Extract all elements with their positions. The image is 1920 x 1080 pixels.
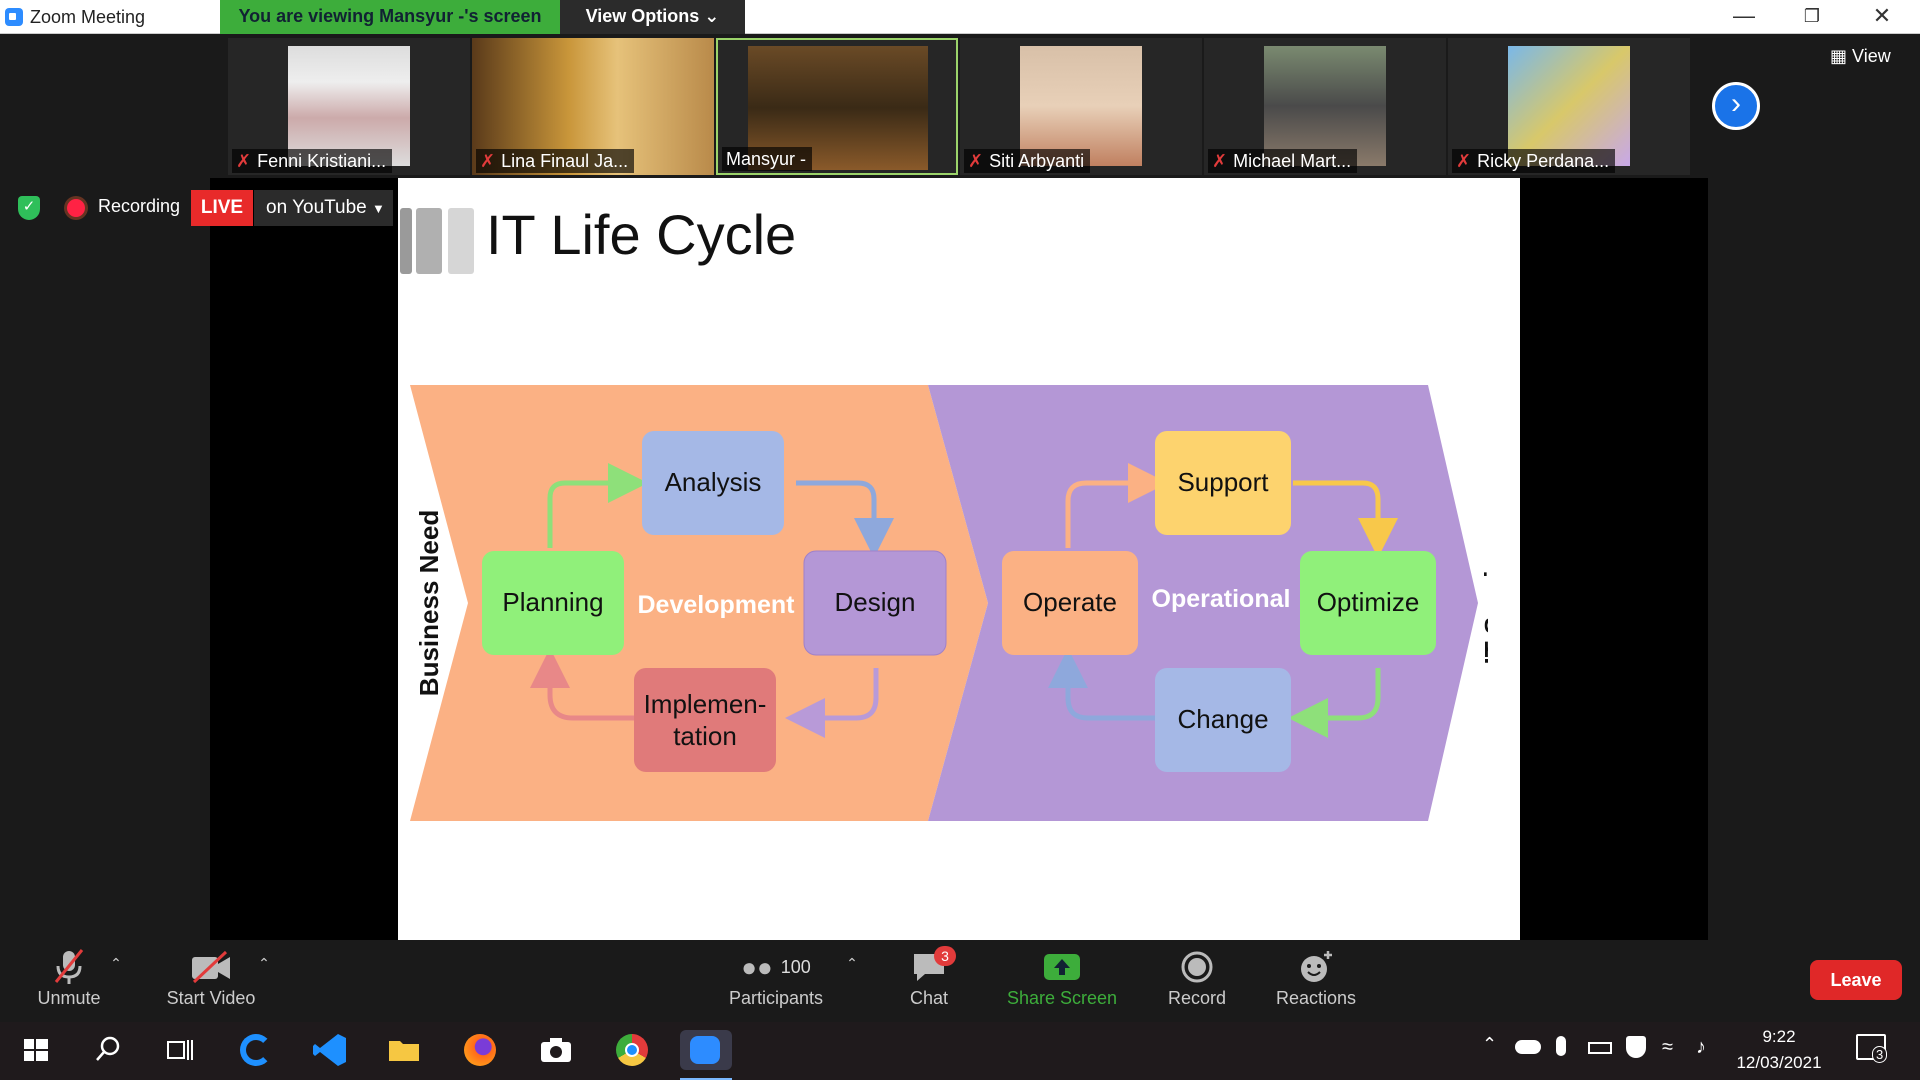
participants-button[interactable]: ●● 100 Participants bbox=[720, 946, 832, 1009]
participant-name: Lina Finaul Ja... bbox=[501, 151, 629, 171]
emoji-add-icon bbox=[1274, 946, 1358, 988]
node-optimize-label: Optimize bbox=[1317, 587, 1420, 617]
viewing-banner: You are viewing Mansyur -'s screen bbox=[220, 0, 560, 34]
participant-tile[interactable]: ✗ Fenni Kristiani... bbox=[228, 38, 470, 175]
node-change-label: Change bbox=[1177, 704, 1268, 734]
participant-video bbox=[1508, 46, 1630, 166]
start-video-button[interactable]: Start Video bbox=[156, 946, 266, 1009]
chat-badge: 3 bbox=[934, 946, 956, 966]
muted-mic-icon: ✗ bbox=[480, 151, 496, 171]
live-badge: LIVE bbox=[191, 190, 253, 226]
chrome-icon[interactable] bbox=[612, 1030, 652, 1070]
participant-tile[interactable]: ✗ Michael Mart... bbox=[1204, 38, 1446, 175]
decor-bar bbox=[400, 208, 412, 274]
participant-tile[interactable]: ✗ Siti Arbyanti bbox=[960, 38, 1202, 175]
title-bar: Zoom Meeting You are viewing Mansyur -'s… bbox=[0, 0, 1920, 34]
muted-mic-icon bbox=[28, 946, 110, 988]
participant-tile[interactable]: ✗ Ricky Perdana... bbox=[1448, 38, 1690, 175]
slide-title: IT Life Cycle bbox=[486, 203, 797, 266]
muted-mic-icon: ✗ bbox=[968, 151, 984, 171]
view-options-button[interactable]: View Options ⌄ bbox=[560, 0, 745, 34]
wifi-icon[interactable]: ≈ bbox=[1662, 1036, 1673, 1059]
minimize-button[interactable]: — bbox=[1714, 0, 1774, 34]
camera-app-icon[interactable] bbox=[536, 1030, 576, 1070]
node-implementation-label-2: tation bbox=[673, 721, 737, 751]
participants-icon: ●● bbox=[741, 951, 773, 982]
node-design-label: Design bbox=[835, 587, 916, 617]
file-explorer-icon[interactable] bbox=[384, 1030, 424, 1070]
security-shield-icon[interactable] bbox=[1626, 1036, 1646, 1058]
it-service-label: IT Service bbox=[1479, 542, 1488, 665]
next-page-button[interactable]: › bbox=[1712, 82, 1760, 130]
muted-mic-icon: ✗ bbox=[236, 151, 252, 171]
decor-bar bbox=[448, 208, 474, 274]
battery-icon[interactable] bbox=[1588, 1042, 1612, 1054]
node-operate-label: Operate bbox=[1023, 587, 1117, 617]
unmute-button[interactable]: Unmute bbox=[28, 946, 110, 1009]
participants-options-caret[interactable]: ⌃ bbox=[844, 955, 860, 972]
grid-icon: ▦ bbox=[1830, 46, 1853, 66]
node-planning-label: Planning bbox=[502, 587, 603, 617]
youtube-stream-dropdown[interactable]: on YouTube ▼ bbox=[254, 190, 393, 226]
participant-name: Fenni Kristiani... bbox=[257, 151, 387, 171]
node-implementation-label: Implemen- bbox=[644, 689, 767, 719]
operational-label: Operational bbox=[1152, 585, 1291, 613]
chat-button[interactable]: 3 Chat bbox=[898, 946, 960, 1009]
vscode-icon[interactable] bbox=[310, 1030, 350, 1070]
meeting-toolbar bbox=[0, 940, 1920, 1022]
record-button[interactable]: Record bbox=[1160, 946, 1234, 1009]
participant-name: Ricky Perdana... bbox=[1477, 151, 1610, 171]
app-title: Zoom Meeting bbox=[30, 7, 146, 27]
zoom-taskbar-icon[interactable] bbox=[680, 1030, 732, 1070]
share-screen-button[interactable]: Share Screen bbox=[1006, 946, 1118, 1009]
participant-name: Mansyur - bbox=[726, 149, 807, 169]
participant-name: Michael Mart... bbox=[1233, 151, 1352, 171]
task-view-icon[interactable] bbox=[160, 1030, 200, 1070]
development-label: Development bbox=[638, 591, 796, 619]
video-options-caret[interactable]: ⌃ bbox=[256, 955, 272, 972]
chat-icon: 3 bbox=[898, 946, 960, 988]
presentation-slide: IT Life Cycle Business Need IT Service A… bbox=[398, 178, 1520, 940]
node-analysis-label: Analysis bbox=[665, 467, 762, 497]
reactions-button[interactable]: Reactions bbox=[1274, 946, 1358, 1009]
participant-video bbox=[1020, 46, 1142, 166]
participant-tile[interactable]: ✗ Lina Finaul Ja... bbox=[472, 38, 714, 175]
close-button[interactable]: ✕ bbox=[1852, 0, 1912, 34]
it-life-cycle-diagram: Business Need IT Service Analysis Planni… bbox=[410, 385, 1488, 821]
muted-mic-icon: ✗ bbox=[1456, 151, 1472, 171]
volume-icon[interactable]: ♪ bbox=[1696, 1036, 1706, 1059]
zoom-logo-icon bbox=[5, 8, 23, 26]
search-icon[interactable] bbox=[88, 1030, 128, 1070]
record-icon bbox=[1160, 946, 1234, 988]
video-off-icon bbox=[156, 946, 266, 988]
muted-mic-icon: ✗ bbox=[1212, 151, 1228, 171]
participant-name: Siti Arbyanti bbox=[989, 151, 1085, 171]
node-implementation bbox=[634, 668, 776, 772]
shield-icon[interactable]: ✓ bbox=[18, 196, 40, 220]
microphone-icon[interactable] bbox=[1556, 1036, 1566, 1056]
notification-center-icon[interactable]: 3 bbox=[1856, 1034, 1888, 1063]
onedrive-icon[interactable] bbox=[1515, 1040, 1541, 1054]
firefox-icon[interactable] bbox=[460, 1030, 500, 1070]
participant-video bbox=[1264, 46, 1386, 166]
edge-browser-icon[interactable] bbox=[236, 1030, 276, 1070]
participant-tile-active[interactable]: Mansyur - bbox=[716, 38, 958, 175]
leave-button[interactable]: Leave bbox=[1810, 960, 1902, 1000]
node-support-label: Support bbox=[1177, 467, 1269, 497]
recording-dot-icon bbox=[67, 199, 85, 217]
start-menu-icon[interactable] bbox=[16, 1030, 56, 1070]
caret-down-icon: ▼ bbox=[372, 201, 385, 216]
recording-label: Recording bbox=[98, 196, 181, 216]
show-hidden-icons-icon[interactable]: ⌃ bbox=[1482, 1034, 1497, 1055]
decor-bar bbox=[416, 208, 442, 274]
system-clock[interactable]: 9:22 12/03/2021 bbox=[1736, 1024, 1822, 1076]
participant-video bbox=[288, 46, 410, 166]
business-need-label: Business Need bbox=[414, 510, 444, 696]
audio-options-caret[interactable]: ⌃ bbox=[108, 955, 124, 972]
view-button[interactable]: ▦ View bbox=[1830, 46, 1891, 67]
share-screen-icon bbox=[1006, 946, 1118, 988]
restore-button[interactable]: ❐ bbox=[1782, 0, 1842, 34]
